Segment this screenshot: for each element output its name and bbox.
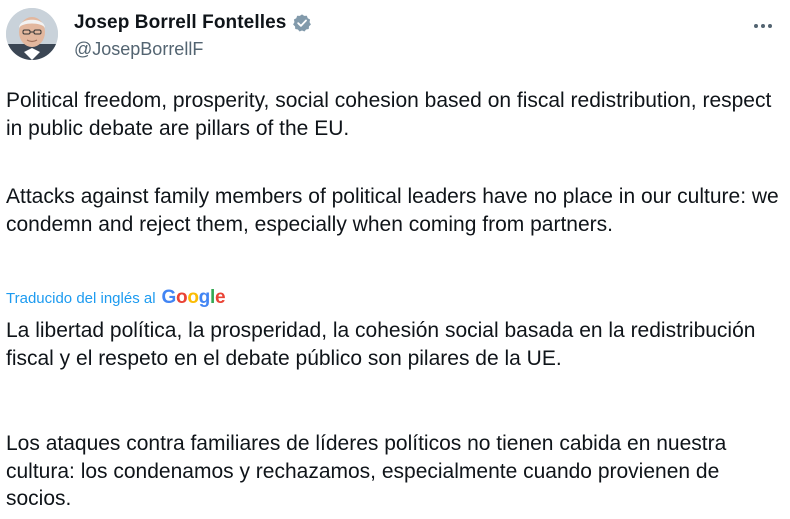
google-logo-letter: g: [198, 287, 211, 308]
google-logo-letter: e: [214, 287, 226, 308]
tweet-text-paragraph: Political freedom, prosperity, social co…: [6, 89, 778, 140]
google-logo-letter: o: [187, 287, 199, 308]
verified-badge-icon[interactable]: [292, 13, 312, 33]
more-dot: [761, 24, 765, 28]
translated-from-link[interactable]: Traducido del inglés al: [6, 290, 156, 307]
tweet-card: Josep Borrell Fontelles @JosepBorrellF P…: [0, 0, 790, 519]
google-logo-letter: o: [176, 287, 188, 308]
google-logo: Google: [162, 287, 226, 309]
translation-attribution: Traducido del inglés al Google: [6, 286, 226, 310]
more-dot: [754, 24, 758, 28]
user-handle[interactable]: @JosepBorrellF: [74, 39, 312, 60]
more-dot: [768, 24, 772, 28]
display-name[interactable]: Josep Borrell Fontelles: [74, 12, 286, 34]
translated-text-paragraph: Los ataques contra familiares de líderes…: [6, 432, 733, 511]
translated-text-paragraph: La libertad política, la prosperidad, la…: [6, 319, 762, 370]
more-options-icon[interactable]: [748, 14, 778, 38]
google-logo-letter: G: [161, 287, 177, 308]
profile-photo: [6, 8, 58, 60]
author-block: Josep Borrell Fontelles @JosepBorrellF: [74, 10, 312, 60]
tweet-text-paragraph: Attacks against family members of politi…: [6, 185, 785, 236]
avatar[interactable]: [6, 8, 58, 60]
author-name-row: Josep Borrell Fontelles: [74, 10, 312, 36]
